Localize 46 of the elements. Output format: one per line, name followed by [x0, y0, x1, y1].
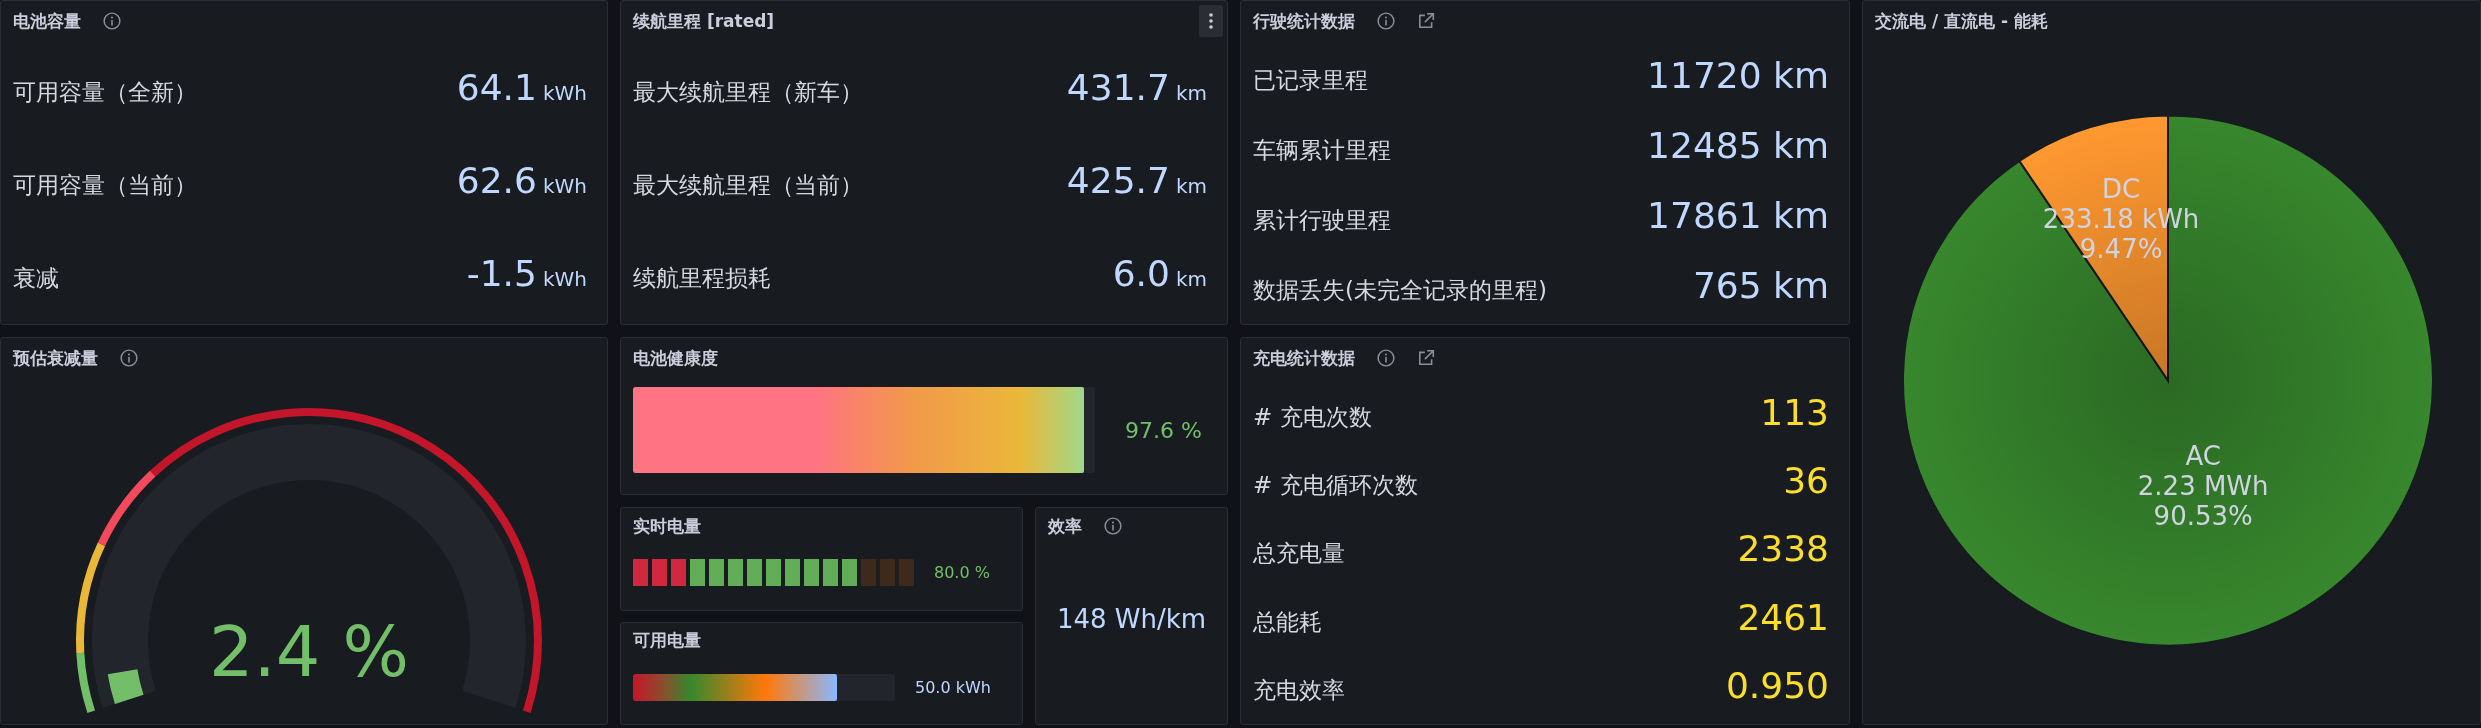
stat-value: 36: [1783, 460, 1829, 502]
stat-value: 113: [1760, 391, 1829, 433]
slice-label: AC 2.23 MWh 90.53%: [2137, 441, 2269, 532]
stat-label: 充电效率: [1253, 676, 1345, 706]
bar-reading: 80.0 %: [934, 563, 990, 583]
panel-title: 实时电量: [633, 514, 701, 538]
stat-label: 累计行驶里程: [1253, 205, 1391, 235]
panel-title: 效率: [1048, 514, 1082, 538]
bar-reading: 50.0 kWh: [915, 677, 991, 697]
stat-label: 车辆累计里程: [1253, 136, 1391, 166]
stat-label: # 充电循环次数: [1253, 471, 1418, 501]
panel-title: 电池健康度: [633, 346, 718, 370]
panel-title: 交流电 / 直流电 - 能耗: [1875, 9, 2048, 33]
panel-title: 预估衰减量: [13, 346, 98, 370]
stat-value: 431.7 km: [1066, 67, 1207, 108]
stat-value: 62.6 kWh: [456, 160, 587, 201]
panel-title: 续航里程 [rated]: [633, 9, 775, 33]
stat-value: 11720 km: [1647, 55, 1829, 97]
gauge-value: 2.4 %: [208, 611, 410, 693]
stat-value: 2338: [1737, 528, 1829, 570]
stat-value: 425.7 km: [1066, 160, 1207, 201]
panel-title: 可用电量: [633, 629, 701, 652]
stat-value: 6.0 km: [1112, 253, 1207, 294]
stat-value: -1.5 kWh: [466, 253, 587, 294]
stat-value: 17861 km: [1647, 194, 1829, 236]
stat-value: 64.1 kWh: [456, 67, 587, 108]
stat-label: 续航里程损耗: [633, 264, 771, 293]
stat-label: 总充电量: [1253, 539, 1345, 569]
stat-value: 0.950: [1725, 665, 1829, 707]
panel-title: 电池容量: [13, 9, 81, 33]
stat-label: 可用容量（全新）: [13, 78, 197, 107]
stat-value: 765 km: [1692, 264, 1829, 306]
stat-label: 衰减: [13, 264, 59, 293]
efficiency-value: 148 Wh/km: [1056, 604, 1207, 634]
stat-label: 已记录里程: [1253, 66, 1368, 96]
bar-reading: 97.6 %: [1125, 417, 1202, 443]
stat-label: 可用容量（当前）: [13, 171, 197, 200]
panel-title: 行驶统计数据: [1253, 9, 1355, 33]
stat-label: # 充电次数: [1253, 402, 1372, 432]
stat-label: 最大续航里程（当前）: [633, 171, 863, 200]
stat-value: 2461: [1737, 596, 1829, 638]
panel-title: 充电统计数据: [1253, 346, 1355, 370]
stat-label: 最大续航里程（新车）: [633, 78, 863, 107]
stat-value: 12485 km: [1647, 125, 1829, 167]
stat-label: 数据丢失(未完全记录的里程): [1253, 275, 1547, 305]
stat-label: 总能耗: [1253, 607, 1322, 637]
